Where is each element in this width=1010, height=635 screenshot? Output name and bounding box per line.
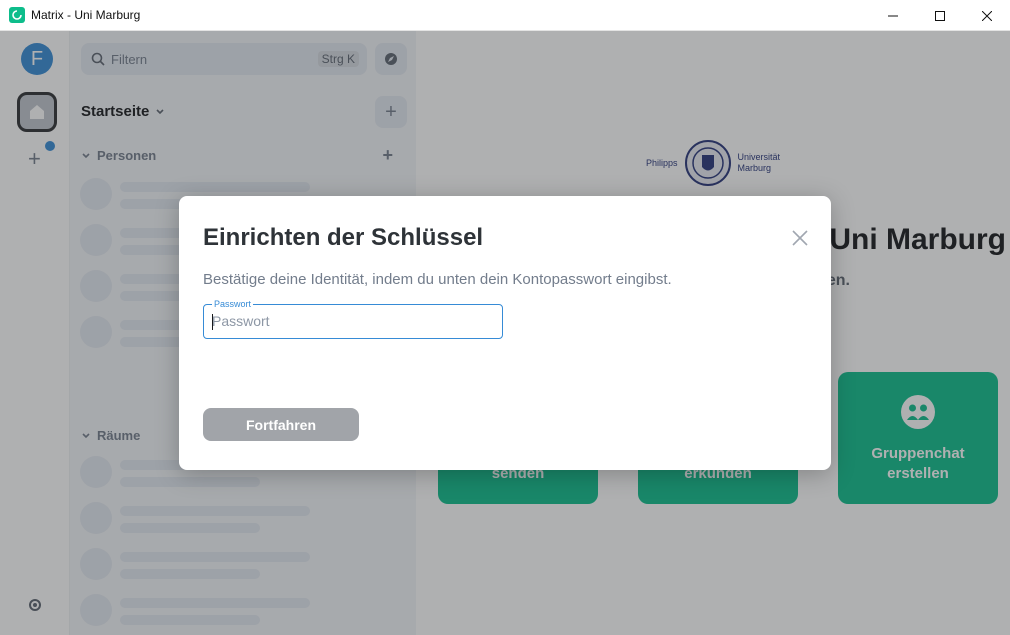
maximize-button[interactable] [916, 0, 963, 31]
close-window-button[interactable] [963, 0, 1010, 31]
close-icon [792, 230, 808, 246]
minimize-button[interactable] [869, 0, 916, 31]
close-icon [981, 10, 992, 21]
dialog-description: Bestätige deine Identität, indem du unte… [203, 271, 672, 288]
password-field-label: Passwort [212, 299, 254, 309]
window-titlebar: Matrix - Uni Marburg [0, 0, 1010, 31]
continue-button[interactable]: Fortfahren [203, 408, 359, 441]
matrix-app-icon [9, 7, 25, 23]
window-title: Matrix - Uni Marburg [31, 8, 141, 22]
maximize-icon [934, 10, 945, 21]
text-caret [212, 314, 213, 330]
dialog-close-button[interactable] [791, 229, 809, 247]
minimize-icon [887, 15, 898, 16]
password-field: Passwort [203, 299, 503, 339]
dialog-title: Einrichten der Schlüssel [203, 224, 484, 251]
password-input[interactable] [212, 313, 492, 329]
setup-keys-dialog: Einrichten der Schlüssel Bestätige deine… [179, 196, 831, 470]
